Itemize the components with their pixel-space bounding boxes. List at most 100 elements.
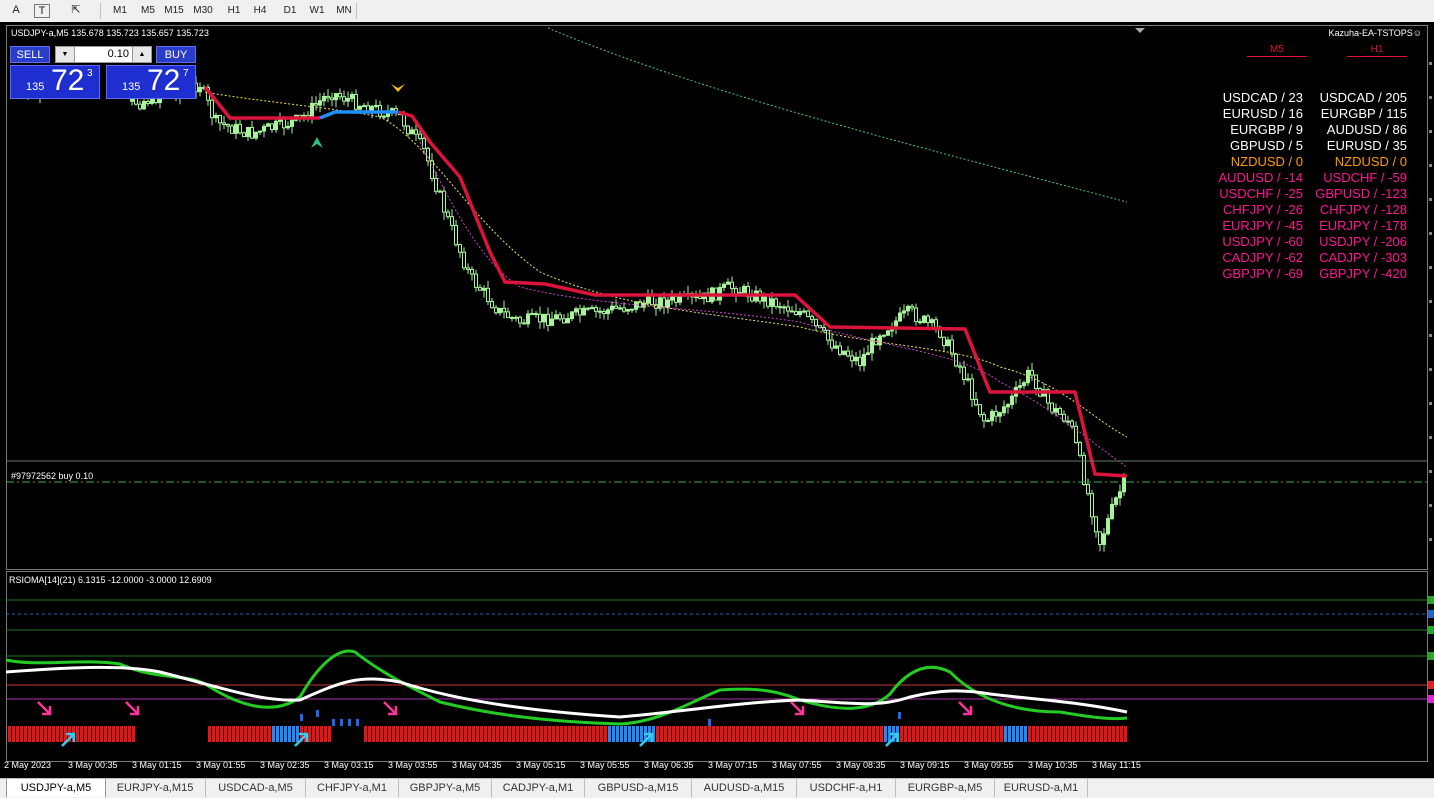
- date-axis-label: 3 May 07:55: [772, 760, 822, 770]
- buy-price-box[interactable]: 135 72 7: [106, 64, 196, 99]
- lot-size-field[interactable]: ▼ 0.10 ▲: [55, 46, 152, 63]
- timeframe-d1[interactable]: D1: [278, 2, 302, 19]
- histogram-bar: [876, 726, 879, 742]
- histogram-bar: [860, 726, 863, 742]
- candle-body: [550, 318, 554, 326]
- histogram-bar: [704, 726, 707, 742]
- histogram-spike: [316, 710, 319, 717]
- histogram-bar: [768, 726, 771, 742]
- chart-tab[interactable]: EURJPY-a,M15: [105, 779, 206, 797]
- sell-button[interactable]: SELL: [10, 46, 50, 63]
- histogram-bar: [516, 726, 519, 742]
- chart-tab[interactable]: EURUSD-a,M1: [995, 779, 1088, 797]
- histogram-bar: [748, 726, 751, 742]
- histogram-bar: [824, 726, 827, 742]
- chart-tab[interactable]: USDCHF-a,H1: [797, 779, 896, 797]
- candle-body: [254, 131, 258, 139]
- date-axis-label: 2 May 2023: [4, 760, 52, 770]
- chart-area[interactable]: USDJPY-a,M5 135.678 135.723 135.657 135.…: [0, 22, 1434, 778]
- shapes-dropdown-icon[interactable]: ⇱: [62, 2, 90, 19]
- chart-tab[interactable]: USDCAD-a,M5: [206, 779, 306, 797]
- candle-body: [802, 310, 806, 313]
- histogram-bar: [840, 726, 843, 742]
- candle-body: [1006, 404, 1010, 408]
- candle-body: [438, 190, 442, 193]
- histogram-bar: [672, 726, 675, 742]
- timeframe-m1[interactable]: M1: [108, 2, 132, 19]
- timeframe-h4[interactable]: H4: [248, 2, 272, 19]
- order-label[interactable]: #97972562 buy 0.10: [11, 471, 93, 481]
- candle-body: [346, 97, 350, 102]
- candle-body: [990, 410, 994, 422]
- histogram-bar: [432, 726, 435, 742]
- lot-increase-icon[interactable]: ▲: [132, 47, 151, 62]
- histogram-bar: [792, 726, 795, 742]
- text-label-tool-icon[interactable]: T: [34, 4, 50, 18]
- histogram-bar: [668, 726, 671, 742]
- date-axis-label: 3 May 00:35: [68, 760, 118, 770]
- text-tool-icon[interactable]: A: [8, 2, 24, 19]
- date-axis-label: 3 May 09:15: [900, 760, 950, 770]
- candle-body: [866, 352, 870, 356]
- candle-body: [922, 315, 926, 323]
- chart-tab[interactable]: GBPJPY-a,M5: [399, 779, 492, 797]
- sell-price-pip: 3: [87, 68, 93, 79]
- histogram-bar: [400, 726, 403, 742]
- chart-tab[interactable]: USDJPY-a,M5: [6, 779, 106, 797]
- histogram-bar: [512, 726, 515, 742]
- candle-body: [674, 296, 678, 303]
- candle-body: [1114, 497, 1118, 505]
- chart-tab[interactable]: AUDUSD-a,M15: [692, 779, 797, 797]
- candle-body: [914, 307, 918, 323]
- histogram-bar: [464, 726, 467, 742]
- candle-body: [282, 118, 286, 129]
- timeframe-h1[interactable]: H1: [222, 2, 246, 19]
- histogram-bar: [868, 726, 871, 742]
- histogram-bar: [268, 726, 271, 742]
- histogram-bar: [456, 726, 459, 742]
- timeframe-m15[interactable]: M15: [162, 2, 186, 19]
- timeframe-m5[interactable]: M5: [136, 2, 160, 19]
- candle-body: [622, 307, 626, 312]
- candle-body: [226, 123, 230, 127]
- toolbar-separator: [100, 3, 101, 19]
- date-axis-label: 3 May 07:15: [708, 760, 758, 770]
- timeframe-m30[interactable]: M30: [191, 2, 215, 19]
- price-axis-tick: [1429, 96, 1432, 99]
- candle-body: [578, 308, 582, 316]
- histogram-bar: [696, 726, 699, 742]
- chart-tab[interactable]: CHFJPY-a,M1: [306, 779, 399, 797]
- histogram-bar: [108, 726, 111, 742]
- strength-h1-row: GBPUSD / -123: [1315, 186, 1407, 201]
- sell-price-box[interactable]: 135 72 3: [10, 64, 100, 99]
- histogram-bar: [272, 726, 275, 742]
- histogram-bar: [260, 726, 263, 742]
- buy-price-pip: 7: [183, 68, 189, 79]
- candle-body: [426, 147, 430, 162]
- lot-decrease-icon[interactable]: ▼: [56, 47, 75, 62]
- candle-body: [466, 267, 470, 270]
- chart-tab[interactable]: GBPUSD-a,M15: [585, 779, 692, 797]
- histogram-bar: [264, 726, 267, 742]
- candle-body: [594, 307, 598, 312]
- timeframe-w1[interactable]: W1: [305, 2, 329, 19]
- histogram-bar: [920, 726, 923, 742]
- candle-body: [462, 251, 466, 269]
- buy-button[interactable]: BUY: [156, 46, 196, 63]
- histogram-bar: [1056, 726, 1059, 742]
- histogram-bar: [76, 726, 79, 742]
- histogram-bar: [448, 726, 451, 742]
- chart-tab[interactable]: EURGBP-a,M5: [896, 779, 995, 797]
- lot-size-value[interactable]: 0.10: [108, 47, 129, 62]
- candle-body: [342, 96, 346, 102]
- buy-price-prefix: 135: [122, 81, 141, 93]
- timeframe-mn[interactable]: MN: [332, 2, 356, 19]
- histogram-bar: [248, 726, 251, 742]
- strength-m5-row: AUDUSD / -14: [1218, 170, 1303, 185]
- histogram-bar: [964, 726, 967, 742]
- histogram-bar: [308, 726, 311, 742]
- candle-body: [222, 122, 226, 125]
- strength-h1-row: CADJPY / -303: [1319, 250, 1407, 265]
- chart-tab[interactable]: CADJPY-a,M1: [492, 779, 585, 797]
- histogram-bar: [900, 726, 903, 742]
